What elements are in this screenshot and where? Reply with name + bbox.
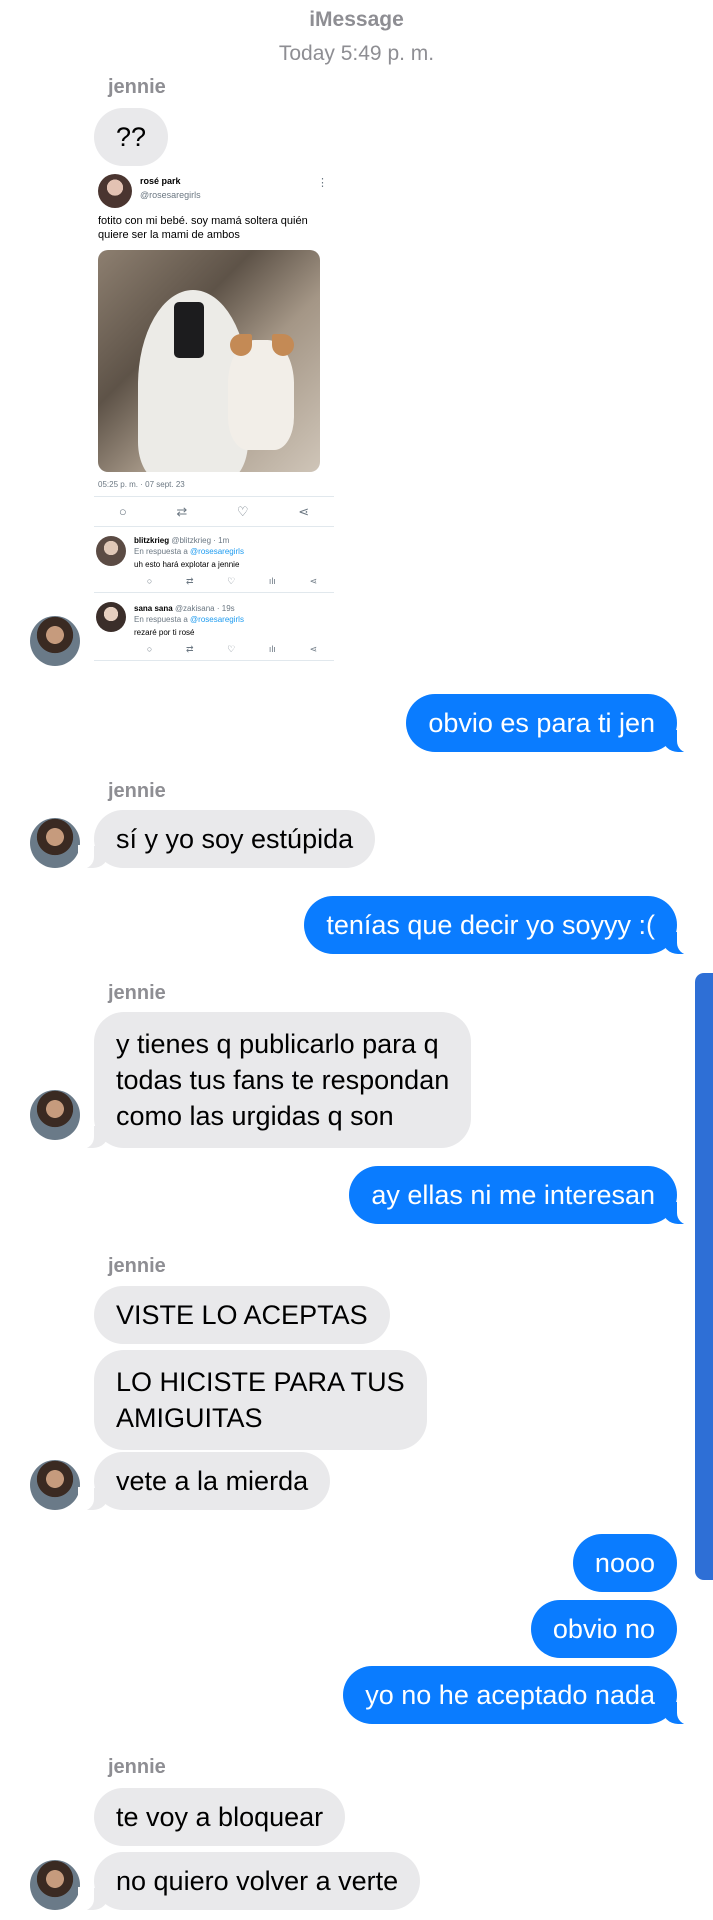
message-incoming[interactable]: VISTE LO ACEPTAS	[94, 1286, 390, 1344]
stats-icon: ılı	[268, 576, 276, 586]
reply-name: sana sana	[134, 604, 173, 613]
tweet-photo	[98, 250, 320, 472]
sender-name: jennie	[108, 1756, 166, 1778]
reply-handle: @zakisana · 19s	[174, 604, 235, 613]
like-icon: ♡	[236, 504, 249, 519]
reply-prefix: En respuesta a	[134, 615, 188, 624]
share-icon: ⋖	[309, 576, 318, 586]
reply-to-handle: @rosesaregirls	[190, 547, 244, 556]
message-line: AMIGUITAS	[116, 1403, 263, 1433]
reply-name: blitzkrieg	[134, 536, 170, 545]
sender-name: jennie	[108, 1255, 166, 1277]
message-outgoing[interactable]: ay ellas ni me interesan	[349, 1166, 693, 1225]
tweet-screenshot[interactable]: rosé park @rosesaregirls ⋮ fotito con mi…	[94, 172, 334, 670]
reply-icon: ○	[146, 576, 153, 586]
message-incoming[interactable]: te voy a bloquear	[94, 1788, 346, 1846]
tweet-author-avatar	[98, 174, 132, 208]
message-incoming[interactable]: vete a la mierda	[77, 1452, 331, 1511]
message-outgoing[interactable]: tenías que decir yo soyyy :(	[304, 896, 693, 955]
contact-avatar[interactable]	[30, 818, 80, 868]
reply-to-handle: @rosesaregirls	[190, 615, 244, 624]
reply-actions: ○ ⇄ ♡ ılı ⋖	[130, 576, 334, 587]
stats-icon: ılı	[268, 644, 276, 654]
reply-icon: ○	[118, 504, 127, 519]
like-icon: ♡	[227, 644, 236, 654]
more-icon: ⋮	[317, 177, 328, 189]
message-outgoing[interactable]: nooo	[572, 1534, 677, 1592]
message-line: todas tus fans te respondan	[116, 1065, 450, 1095]
scrollbar[interactable]	[695, 973, 713, 1580]
message-outgoing[interactable]: obvio es para ti jen	[406, 694, 693, 753]
retweet-icon: ⇄	[185, 644, 194, 654]
tweet-author-handle: @rosesaregirls	[140, 190, 201, 200]
like-icon: ♡	[227, 576, 236, 586]
tweet-text: fotito con mi bebé. soy mamá soltera qui…	[98, 215, 308, 241]
message-line: como las urgidas q son	[116, 1101, 394, 1131]
contact-avatar[interactable]	[30, 616, 80, 666]
share-icon: ⋖	[309, 644, 318, 654]
timestamp: Today 5:49 p. m.	[278, 42, 435, 65]
reply-actions: ○ ⇄ ♡ ılı ⋖	[130, 644, 334, 655]
retweet-icon: ⇄	[176, 504, 188, 519]
message-incoming[interactable]: ??	[94, 108, 169, 166]
contact-avatar[interactable]	[30, 1090, 80, 1140]
sender-name: jennie	[108, 76, 166, 98]
sender-name: jennie	[108, 982, 166, 1004]
message-line: y tienes q publicarlo para q	[116, 1029, 439, 1059]
reply-avatar	[96, 602, 126, 632]
contact-avatar[interactable]	[30, 1860, 80, 1910]
message-outgoing[interactable]: obvio no	[530, 1600, 677, 1658]
retweet-icon: ⇄	[185, 576, 194, 586]
message-incoming[interactable]: sí y yo soy estúpida	[77, 810, 376, 869]
reply-avatar	[96, 536, 126, 566]
message-line: LO HICISTE PARA TUS	[116, 1367, 405, 1397]
message-outgoing[interactable]: yo no he aceptado nada	[343, 1666, 693, 1725]
message-incoming[interactable]: no quiero volver a verte	[77, 1852, 421, 1911]
tweet-date: 05:25 p. m. · 07 sept. 23	[98, 480, 185, 489]
reply-handle: @blitzkrieg · 1m	[171, 536, 230, 545]
message-incoming[interactable]: LO HICISTE PARA TUS AMIGUITAS	[94, 1350, 427, 1450]
contact-avatar[interactable]	[30, 1460, 80, 1510]
service-label: iMessage	[309, 8, 404, 31]
reply-prefix: En respuesta a	[134, 547, 188, 556]
reply-text: rezaré por ti rosé	[134, 628, 195, 637]
tweet-author-name: rosé park	[140, 176, 181, 186]
share-icon: ⋖	[298, 504, 310, 519]
reply-icon: ○	[146, 644, 153, 654]
message-incoming[interactable]: y tienes q publicarlo para q todas tus f…	[77, 1012, 472, 1149]
sender-name: jennie	[108, 780, 166, 802]
tweet-actions: ○ ⇄ ♡ ⋖	[94, 504, 334, 520]
reply-text: uh esto hará explotar a jennie	[134, 560, 240, 569]
